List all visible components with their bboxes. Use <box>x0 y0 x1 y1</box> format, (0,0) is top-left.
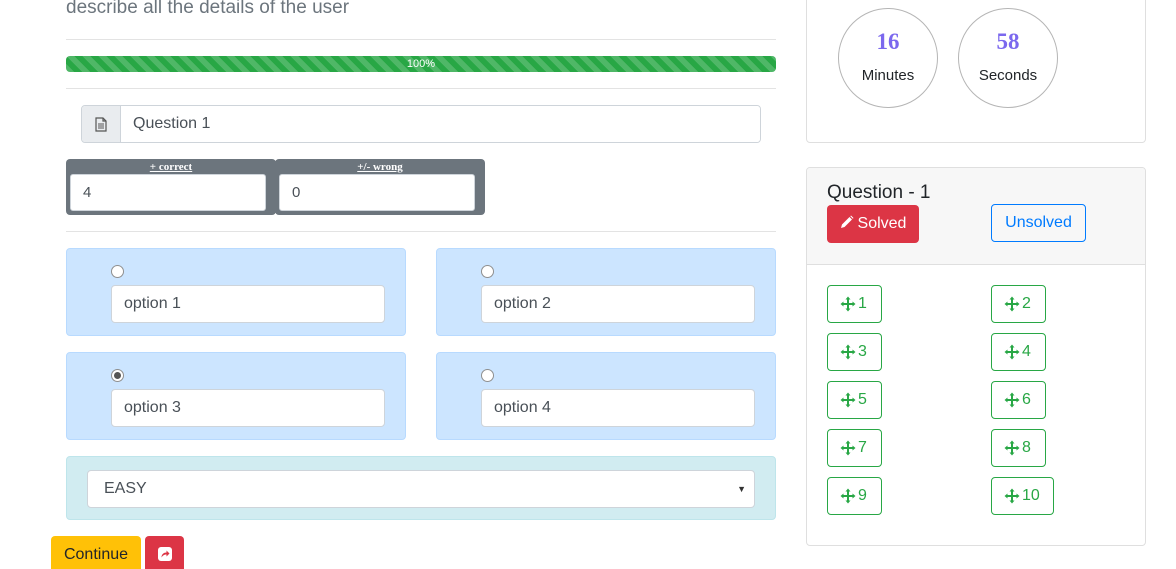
question-title-input[interactable] <box>121 106 760 142</box>
seconds-circle: 58 Seconds <box>958 8 1058 108</box>
arrows-move-icon <box>1004 392 1020 408</box>
option-card-2 <box>436 248 776 336</box>
option-input-3[interactable] <box>111 389 385 427</box>
arrows-move-icon <box>1004 296 1020 312</box>
caret-down-icon: ▼ <box>737 484 746 494</box>
question-nav-button-7[interactable]: 7 <box>827 429 882 467</box>
question-nav-label: 5 <box>858 391 867 408</box>
share-square-icon <box>157 546 173 567</box>
question-nav-button-5[interactable]: 5 <box>827 381 882 419</box>
correct-score-group: + correct <box>66 159 276 215</box>
share-button[interactable] <box>145 536 184 569</box>
timer-card: 16 Minutes 58 Seconds <box>806 0 1146 143</box>
arrows-move-icon <box>840 296 856 312</box>
option-radio-3[interactable] <box>111 369 124 382</box>
option-input-4[interactable] <box>481 389 755 427</box>
question-panel-header: Question - 1 Solved Unsolved <box>807 168 1145 265</box>
minutes-value: 16 <box>876 29 900 54</box>
option-input-2[interactable] <box>481 285 755 323</box>
difficulty-value: EASY <box>104 480 147 497</box>
divider <box>66 39 776 40</box>
question-nav-label: 10 <box>1022 487 1040 504</box>
question-text: describe all the details of the user <box>66 0 350 18</box>
question-nav-button-1[interactable]: 1 <box>827 285 882 323</box>
pencil-icon <box>840 215 854 234</box>
unsolved-button[interactable]: Unsolved <box>991 204 1086 242</box>
question-nav-button-10[interactable]: 10 <box>991 477 1054 515</box>
arrows-move-icon <box>840 440 856 456</box>
correct-score-input[interactable] <box>70 174 266 211</box>
question-nav-button-8[interactable]: 8 <box>991 429 1046 467</box>
correct-score-label: + correct <box>149 161 193 173</box>
option-radio-1[interactable] <box>111 265 124 278</box>
arrows-move-icon <box>1004 440 1020 456</box>
arrows-move-icon <box>1004 344 1020 360</box>
option-card-1 <box>66 248 406 336</box>
option-card-3 <box>66 352 406 440</box>
option-card-4 <box>436 352 776 440</box>
question-nav-button-6[interactable]: 6 <box>991 381 1046 419</box>
arrows-move-icon <box>840 344 856 360</box>
solved-label: Solved <box>857 215 907 232</box>
question-title-group <box>81 105 761 143</box>
question-nav-label: 1 <box>858 295 867 312</box>
wrong-score-group: +/- wrong <box>275 159 485 215</box>
difficulty-panel: EASY ▼ <box>66 456 776 520</box>
question-nav-label: 9 <box>858 487 867 504</box>
divider <box>66 231 776 232</box>
divider <box>66 88 776 89</box>
wrong-score-label: +/- wrong <box>357 161 403 173</box>
progress-label: 100% <box>406 58 436 70</box>
arrows-move-icon <box>840 488 856 504</box>
question-nav-label: 2 <box>1022 295 1031 312</box>
question-nav-label: 4 <box>1022 343 1031 360</box>
minutes-circle: 16 Minutes <box>838 8 938 108</box>
seconds-label: Seconds <box>978 67 1038 84</box>
progress-bar: 100% <box>66 56 776 72</box>
question-nav-label: 7 <box>858 439 867 456</box>
question-panel: Question - 1 Solved Unsolved 1 2 3 4 5 6 7 8 9 10 <box>806 167 1146 546</box>
option-input-1[interactable] <box>111 285 385 323</box>
option-radio-2[interactable] <box>481 265 494 278</box>
arrows-move-icon <box>840 392 856 408</box>
arrows-move-icon <box>1004 488 1020 504</box>
question-nav-button-3[interactable]: 3 <box>827 333 882 371</box>
option-radio-4[interactable] <box>481 369 494 382</box>
solved-button[interactable]: Solved <box>827 205 919 243</box>
question-nav-label: 3 <box>858 343 867 360</box>
file-text-icon <box>82 106 121 142</box>
question-nav-label: 8 <box>1022 439 1031 456</box>
question-nav-label: 6 <box>1022 391 1031 408</box>
continue-button[interactable]: Continue <box>51 536 141 569</box>
question-nav-button-9[interactable]: 9 <box>827 477 882 515</box>
difficulty-select[interactable]: EASY ▼ <box>87 470 755 508</box>
seconds-value: 58 <box>996 29 1020 54</box>
question-nav-button-4[interactable]: 4 <box>991 333 1046 371</box>
wrong-score-input[interactable] <box>279 174 475 211</box>
minutes-label: Minutes <box>861 67 915 84</box>
question-panel-title: Question - 1 <box>827 182 931 203</box>
question-nav-button-2[interactable]: 2 <box>991 285 1046 323</box>
